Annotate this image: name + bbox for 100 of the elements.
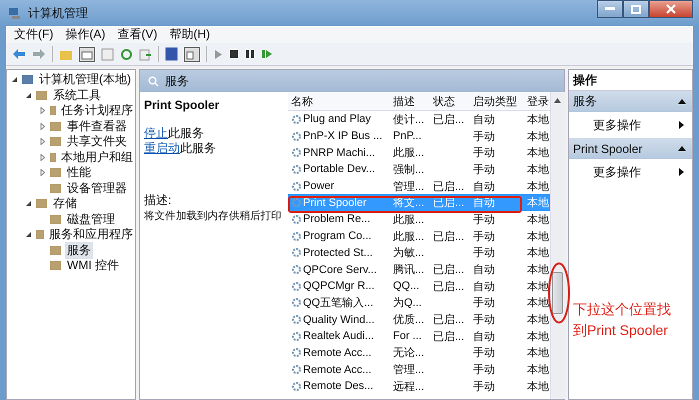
collapse-triangle-icon[interactable] — [25, 231, 32, 238]
refresh-icon[interactable] — [120, 48, 133, 60]
tree-item[interactable]: WMI 控件 — [65, 257, 121, 274]
service-name-cell[interactable]: Remote Acc... — [303, 364, 372, 376]
expand-triangle-icon[interactable] — [39, 169, 46, 176]
tree-item[interactable]: 性能 — [65, 164, 93, 182]
tree-item[interactable]: 任务计划程序 — [59, 102, 135, 120]
scroll-up-arrow-icon[interactable] — [554, 98, 561, 103]
node-icon — [49, 182, 62, 195]
column-header[interactable]: 描述 — [391, 94, 431, 108]
tree-item[interactable]: 共享文件夹 — [65, 133, 129, 150]
table-row[interactable]: QPCore Serv... 腾讯... 已启... 自动 本地 — [288, 261, 550, 278]
menu-item[interactable]: 文件(F) — [14, 26, 54, 43]
service-action-link[interactable]: 重启动 — [144, 141, 180, 155]
table-row[interactable]: QQPCMgr R... QQ... 已启... 自动 本地 — [288, 278, 550, 295]
table-row[interactable]: PNRP Machi... 此服... 手动 本地 — [288, 144, 550, 162]
service-name-cell[interactable]: Realtek Audi... — [303, 330, 374, 342]
service-name-cell[interactable]: Protected St... — [303, 246, 373, 259]
action-item[interactable]: 更多操作 — [569, 159, 692, 185]
service-name-cell[interactable]: QQPCMgr R... — [303, 280, 375, 292]
column-header[interactable]: 状态 — [431, 94, 471, 108]
tree-item[interactable]: 本地用户和组 — [59, 148, 135, 166]
table-row[interactable]: Problem Re... 此服... 手动 本地 — [288, 211, 550, 228]
table-row[interactable]: Quality Wind... 优质... 已启... 手动 本地 — [288, 311, 550, 328]
tree-item[interactable]: 设备管理器 — [65, 180, 129, 197]
service-name-cell[interactable]: PnP-X IP Bus ... — [303, 130, 382, 142]
console-tree-icon[interactable] — [79, 46, 95, 62]
table-cell-text: 此服... — [393, 146, 424, 160]
column-header[interactable]: 启动类型 — [471, 94, 525, 108]
tree-item[interactable]: 计算机管理(本地) — [37, 71, 133, 88]
table-cell-text: 本地 — [527, 296, 549, 310]
column-header[interactable]: 名称 — [288, 94, 391, 108]
tree-item[interactable]: 磁盘管理 — [65, 210, 117, 228]
expand-triangle-icon[interactable] — [39, 154, 46, 161]
tree-item[interactable]: 事件查看器 — [65, 118, 129, 135]
table-cell-text: 自动 — [473, 330, 495, 344]
tree-item[interactable]: 服务和应用程序 — [47, 226, 135, 244]
table-row[interactable]: PnP-X IP Bus ... PnP... 手动 本地 — [288, 128, 550, 144]
collapse-triangle-icon[interactable] — [25, 92, 32, 99]
table-row[interactable]: Program Co... 此服... 已启... 手动 本地 — [288, 228, 550, 244]
menu-item[interactable]: 帮助(H) — [169, 26, 210, 43]
table-row[interactable]: Plug and Play 使计... 已启... 自动 本地 — [288, 111, 550, 128]
computer-icon — [21, 73, 34, 86]
maximize-button[interactable] — [623, 0, 649, 18]
service-name-cell[interactable]: Remote Acc... — [303, 346, 372, 359]
menu-item[interactable]: 查看(V) — [117, 26, 158, 43]
table-row[interactable]: Realtek Audi... For ... 已启... 自动 本地 — [288, 328, 550, 345]
scroll-thumb[interactable] — [552, 272, 563, 314]
table-cell-text: 手动 — [473, 130, 495, 144]
service-action-link[interactable]: 停止 — [144, 126, 168, 140]
play-icon[interactable] — [213, 48, 223, 60]
menu-item[interactable]: 操作(A) — [65, 26, 106, 43]
expand-triangle-icon[interactable] — [39, 122, 46, 130]
service-name-cell[interactable]: Program Co... — [303, 230, 372, 242]
service-name-cell[interactable]: QPCore Serv... — [303, 264, 377, 276]
gear-icon — [291, 280, 302, 292]
service-name-cell[interactable]: Quality Wind... — [303, 314, 375, 326]
service-name-cell[interactable]: Plug and Play — [303, 113, 371, 126]
pane-title: 服务 — [165, 72, 189, 90]
service-name-cell[interactable]: PNRP Machi... — [303, 146, 375, 159]
tree-item[interactable]: 存储 — [51, 195, 79, 212]
table-row[interactable]: Remote Des... 远程... 手动 本地 — [288, 378, 550, 395]
column-header[interactable]: 登录 — [525, 94, 550, 108]
gear-icon — [291, 164, 302, 175]
table-cell-text: 无论... — [393, 346, 424, 360]
pause-icon[interactable] — [245, 49, 255, 59]
action-item[interactable]: 更多操作 — [569, 112, 692, 138]
table-cell-text: 已启... — [433, 330, 464, 344]
node-icon — [49, 212, 62, 226]
table-cell-text: 已启... — [433, 180, 464, 194]
tree-item[interactable]: 服务 — [65, 242, 93, 259]
service-name-cell[interactable]: Portable Dev... — [303, 163, 375, 176]
service-name-cell[interactable]: Remote Des... — [303, 380, 374, 392]
collapse-triangle-icon[interactable] — [11, 76, 18, 84]
tree-item[interactable]: 系统工具 — [51, 86, 103, 104]
action-pane-icon[interactable] — [184, 46, 200, 62]
close-button[interactable] — [649, 0, 693, 18]
section-header[interactable]: Print Spooler — [569, 138, 692, 159]
table-cell: PnP... — [393, 130, 422, 142]
service-name-cell[interactable]: Power — [303, 180, 334, 192]
gear-icon — [291, 247, 302, 258]
service-name-cell[interactable]: QQ五笔输入... — [303, 295, 374, 310]
expand-triangle-icon[interactable] — [39, 107, 46, 114]
back-arrow-icon[interactable] — [12, 48, 26, 60]
stop-icon[interactable] — [229, 49, 239, 59]
minimize-button[interactable] — [597, 0, 623, 18]
scrollbar[interactable] — [550, 92, 565, 399]
expand-triangle-icon[interactable] — [39, 138, 46, 146]
collapse-triangle-icon[interactable] — [25, 200, 32, 208]
table-row[interactable]: Protected St... 为敏... 手动 本地 — [288, 244, 550, 262]
section-header[interactable]: 服务 — [569, 91, 692, 112]
table-row[interactable]: Power 管理... 已启... 自动 本地 — [288, 178, 550, 194]
table-row[interactable]: Remote Acc... 无论... 手动 本地 — [288, 344, 550, 362]
node-icon — [35, 88, 48, 102]
table-row[interactable]: Portable Dev... 强制... 手动 本地 — [288, 161, 550, 178]
restart-icon[interactable] — [261, 49, 273, 59]
gear-icon — [291, 130, 302, 142]
service-name-cell[interactable]: Problem Re... — [303, 213, 370, 226]
table-row[interactable]: Remote Acc... 管理... 手动 本地 — [288, 361, 550, 378]
table-row[interactable]: QQ五笔输入... 为Q... 手动 本地 — [288, 294, 550, 312]
